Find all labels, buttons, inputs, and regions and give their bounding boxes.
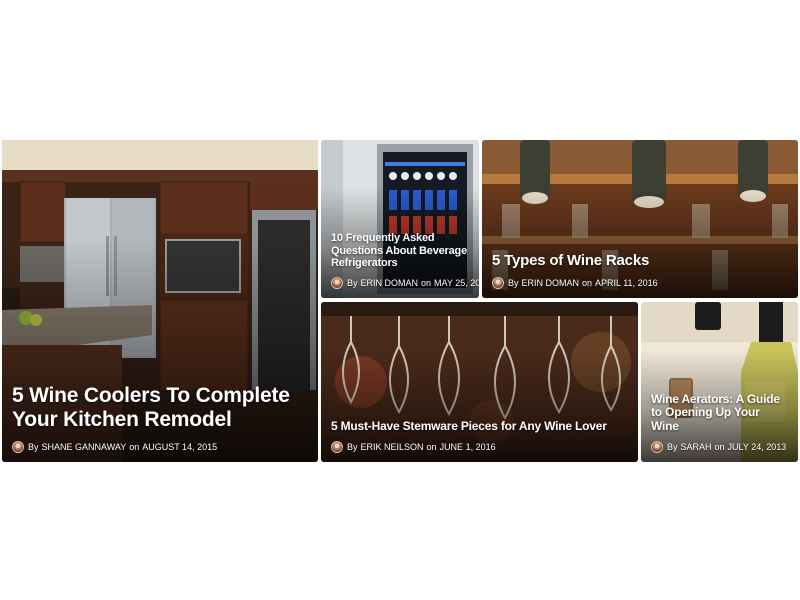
on-label: on (426, 442, 437, 452)
card-caption: 5 Must-Have Stemware Pieces for Any Wine… (331, 419, 630, 453)
author-avatar (492, 277, 504, 289)
card-caption: 10 Frequently Asked Questions About Beve… (331, 232, 479, 289)
byline: By SARAH on JULY 24, 2013 (651, 441, 790, 453)
article-title[interactable]: 5 Must-Have Stemware Pieces for Any Wine… (331, 419, 630, 434)
article-card-wine-aerators[interactable]: Wine Aerators: A Guide to Opening Up You… (641, 302, 798, 462)
author-link[interactable]: ERIN DOMAN (522, 278, 580, 288)
article-card-wine-racks[interactable]: 5 Types of Wine Racks By ERIN DOMAN on A… (482, 140, 798, 298)
card-caption: 5 Wine Coolers To Complete Your Kitchen … (12, 384, 310, 453)
author-link[interactable]: SARAH (681, 442, 712, 452)
byline: By ERIN DOMAN on APRIL 11, 2016 (492, 277, 790, 289)
author-avatar (331, 441, 343, 453)
author-link[interactable]: ERIN DOMAN (361, 278, 419, 288)
byline: By ERIN DOMAN on MAY 25, 2016 (331, 277, 479, 289)
by-label: By (347, 278, 358, 288)
article-title[interactable]: 10 Frequently Asked Questions About Beve… (331, 232, 471, 270)
article-card-wine-coolers[interactable]: 5 Wine Coolers To Complete Your Kitchen … (2, 140, 318, 462)
article-card-beverage-refrigerators[interactable]: 10 Frequently Asked Questions About Beve… (321, 140, 479, 298)
by-label: By (28, 442, 39, 452)
by-label: By (508, 278, 519, 288)
publish-date: APRIL 11, 2016 (595, 278, 658, 288)
article-grid: 5 Wine Coolers To Complete Your Kitchen … (0, 0, 800, 600)
publish-date: JUNE 1, 2016 (439, 442, 496, 452)
by-label: By (667, 442, 678, 452)
byline: By ERIK NEILSON on JUNE 1, 2016 (331, 441, 630, 453)
article-title[interactable]: 5 Types of Wine Racks (492, 252, 790, 269)
author-link[interactable]: SHANE GANNAWAY (42, 442, 127, 452)
on-label: on (421, 278, 432, 288)
article-title[interactable]: Wine Aerators: A Guide to Opening Up You… (651, 392, 790, 434)
by-label: By (347, 442, 358, 452)
article-title[interactable]: 5 Wine Coolers To Complete Your Kitchen … (12, 384, 310, 432)
byline: By SHANE GANNAWAY on AUGUST 14, 2015 (12, 441, 310, 453)
author-avatar (651, 441, 663, 453)
article-card-stemware[interactable]: 5 Must-Have Stemware Pieces for Any Wine… (321, 302, 638, 462)
publish-date: MAY 25, 2016 (434, 278, 479, 288)
card-caption: 5 Types of Wine Racks By ERIN DOMAN on A… (492, 252, 790, 289)
on-label: on (582, 278, 593, 288)
publish-date: AUGUST 14, 2015 (142, 442, 218, 452)
on-label: on (129, 442, 140, 452)
on-label: on (714, 442, 725, 452)
author-avatar (331, 277, 343, 289)
author-avatar (12, 441, 24, 453)
publish-date: JULY 24, 2013 (727, 442, 787, 452)
card-caption: Wine Aerators: A Guide to Opening Up You… (651, 392, 790, 453)
author-link[interactable]: ERIK NEILSON (361, 442, 424, 452)
